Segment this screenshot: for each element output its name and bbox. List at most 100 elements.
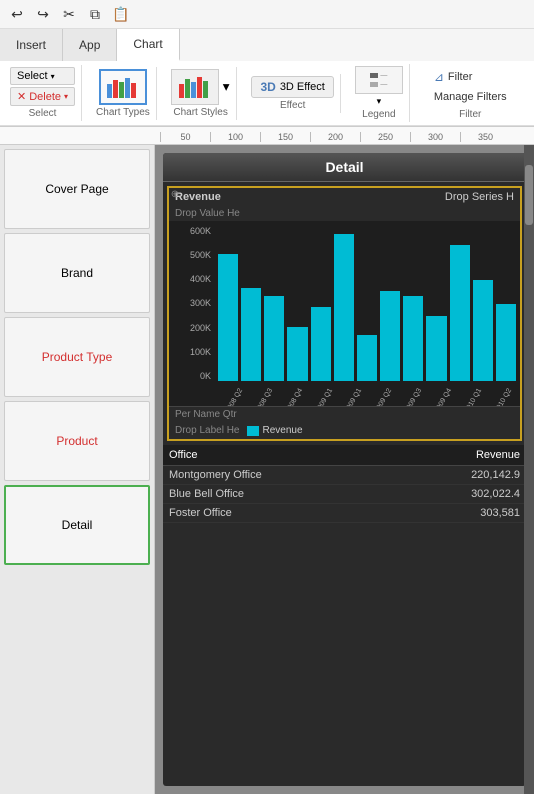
chart-styles-label: Chart Styles [173, 107, 227, 118]
effect-group-label: Effect [280, 100, 305, 111]
chart-bar [426, 316, 446, 381]
redo-button[interactable]: ↪ [32, 3, 54, 25]
page-item-brand[interactable]: Brand [4, 233, 150, 313]
page-label-detail: Detail [62, 518, 93, 532]
copy-button[interactable]: ⧉ [84, 3, 106, 25]
cell-office: Blue Bell Office [169, 488, 430, 500]
select-label: Select [17, 70, 48, 82]
chart-styles-dropdown-btn[interactable]: ▾ [222, 78, 231, 96]
chart-style-icon[interactable] [171, 69, 219, 105]
filter-button[interactable]: ⊿ Filter [428, 68, 513, 86]
chart-bar [450, 245, 470, 381]
chart-bar [241, 288, 261, 381]
detail-panel: Detail ⊕ Revenue Drop Series H Drop Valu… [155, 145, 534, 794]
revenue-header-label: Revenue [175, 191, 221, 203]
tab-chart[interactable]: Chart [117, 29, 179, 61]
table-row: Montgomery Office 220,142.9 [163, 466, 526, 485]
legend-group: — — ▾ Legend [349, 64, 410, 122]
tab-app[interactable]: App [63, 29, 117, 61]
data-table-header: Office Revenue [163, 445, 526, 466]
detail-scrollbar[interactable] [524, 145, 534, 794]
cut-button[interactable]: ✂ [58, 3, 80, 25]
page-item-cover[interactable]: Cover Page [4, 149, 150, 229]
3d-effect-label: 3D Effect [280, 81, 325, 93]
per-name-label: Per Name Qtr [169, 406, 520, 422]
scrollbar-thumb[interactable] [525, 165, 533, 225]
chart-bar [496, 304, 516, 382]
select-button[interactable]: Select ▾ [10, 67, 75, 85]
chart-bar [473, 280, 493, 381]
drop-value-label: Drop Value He [169, 206, 520, 221]
page-label-product: Product [56, 434, 97, 448]
paste-button[interactable]: 📋 [110, 3, 132, 25]
legend-preview: — — [355, 66, 403, 94]
ruler: 50100150200250300350 [0, 127, 534, 145]
ribbon-row: Select ▾ ✕ Delete ▾ Select [0, 61, 534, 126]
chart-bar [218, 254, 238, 381]
pages-panel: Cover Page Brand Product Type Product De… [0, 145, 155, 794]
page-label-cover: Cover Page [45, 182, 108, 196]
tab-insert[interactable]: Insert [0, 29, 63, 61]
x-axis: 2008 Q22008 Q32008 Q42009 Q12009 Q12009 … [214, 381, 520, 406]
effect-group: 3D 3D Effect Effect [245, 74, 340, 113]
y-axis: 600K500K400K300K200K100K0K [169, 226, 214, 381]
col-header-office: Office [169, 449, 430, 461]
detail-inner: Detail ⊕ Revenue Drop Series H Drop Valu… [163, 153, 526, 786]
page-item-product-type[interactable]: Product Type [4, 317, 150, 397]
chart-bar [311, 307, 331, 381]
select-group-label: Select [29, 108, 57, 119]
table-row: Foster Office 303,581 [163, 504, 526, 523]
legend-text: Revenue [262, 425, 302, 436]
drop-legend-label: Drop Label He [175, 425, 239, 436]
toolbar-icons-row: ↩ ↪ ✂ ⧉ 📋 [0, 0, 534, 29]
chart-bar [334, 234, 354, 381]
delete-label: Delete [29, 91, 61, 103]
legend-group-label: Legend [362, 109, 395, 120]
chart-bar [357, 335, 377, 382]
cell-office: Montgomery Office [169, 469, 430, 481]
tab-row: Insert App Chart [0, 29, 534, 61]
delete-icon: ✕ [17, 90, 26, 103]
legend-dropdown-btn[interactable]: ▾ [377, 96, 382, 107]
chart-container: ⊕ Revenue Drop Series H Drop Value He 60… [167, 186, 522, 441]
filter-group: ⊿ Filter Manage Filters Filter [418, 64, 523, 122]
col-header-revenue: Revenue [430, 449, 520, 461]
chart-area: 600K500K400K300K200K100K0K 2008 Q22008 Q… [169, 221, 520, 406]
cell-revenue: 303,581 [430, 507, 520, 519]
drop-series-label: Drop Series H [445, 191, 514, 203]
bars-area [214, 226, 520, 381]
chart-bar [403, 296, 423, 381]
chart-bar [287, 327, 307, 381]
cell-revenue: 220,142.9 [430, 469, 520, 481]
chart-bar [264, 296, 284, 381]
filter-label: Filter [448, 71, 472, 83]
chart-types-label: Chart Types [96, 107, 150, 118]
data-table: Office Revenue Montgomery Office 220,142… [163, 445, 526, 786]
select-group: Select ▾ ✕ Delete ▾ Select [4, 65, 82, 121]
table-row: Blue Bell Office 302,022.4 [163, 485, 526, 504]
chart-bar [380, 291, 400, 381]
funnel-icon: ⊿ [434, 70, 444, 84]
detail-title: Detail [163, 153, 526, 182]
resize-handle[interactable]: ⊕ [169, 188, 181, 200]
manage-filters-label: Manage Filters [434, 91, 507, 103]
cell-office: Foster Office [169, 507, 430, 519]
legend-item: Revenue [247, 425, 302, 436]
manage-filters-button[interactable]: Manage Filters [428, 89, 513, 105]
3d-effect-button[interactable]: 3D 3D Effect [251, 76, 333, 98]
select-caret-icon: ▾ [51, 72, 55, 81]
delete-button[interactable]: ✕ Delete ▾ [10, 87, 75, 106]
filter-group-label: Filter [459, 109, 481, 120]
chart-header: Revenue Drop Series H [169, 188, 520, 206]
undo-button[interactable]: ↩ [6, 3, 28, 25]
chart-types-group: Chart Types [90, 67, 157, 120]
page-item-detail[interactable]: Detail [4, 485, 150, 565]
delete-caret-icon: ▾ [64, 92, 68, 101]
page-item-product[interactable]: Product [4, 401, 150, 481]
chart-type-bar-icon[interactable] [99, 69, 147, 105]
page-label-product-type: Product Type [42, 350, 113, 364]
chart-legend: Drop Label He Revenue [169, 422, 520, 439]
chart-styles-group: ▾ Chart Styles [165, 67, 238, 120]
3d-effect-icon: 3D [260, 80, 275, 94]
page-label-brand: Brand [61, 266, 93, 280]
